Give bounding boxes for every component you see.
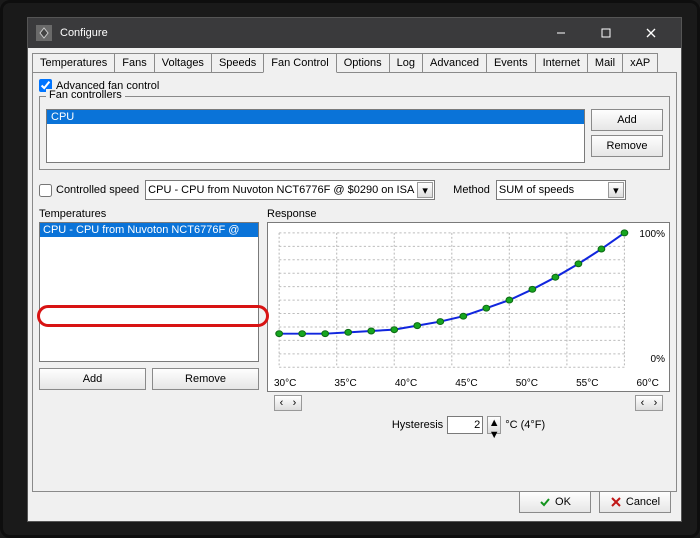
hysteresis-unit: °C (4°F)	[505, 419, 545, 431]
tab-speeds[interactable]: Speeds	[211, 53, 264, 73]
controlled-speed-checkbox[interactable]	[39, 184, 52, 197]
add-controller-button[interactable]: Add	[591, 109, 663, 131]
tab-fans[interactable]: Fans	[114, 53, 154, 73]
hysteresis-stepper[interactable]: ▲▼	[487, 416, 501, 434]
x-tick: 40°C	[395, 378, 417, 389]
tab-xap[interactable]: xAP	[622, 53, 658, 73]
tab-temperatures[interactable]: Temperatures	[32, 53, 115, 73]
x-tick: 60°C	[637, 378, 659, 389]
method-select[interactable]: SUM of speeds ▾	[496, 180, 626, 200]
remove-temperature-button[interactable]: Remove	[152, 368, 259, 390]
x-tick: 30°C	[274, 378, 296, 389]
x-scroll-left[interactable]: ‹›	[274, 395, 302, 411]
hysteresis-input[interactable]	[447, 416, 483, 434]
tab-strip: TemperaturesFansVoltagesSpeedsFan Contro…	[28, 48, 681, 72]
x-tick: 50°C	[516, 378, 538, 389]
controlled-speed-select[interactable]: CPU - CPU from Nuvoton NCT6776F @ $0290 …	[145, 180, 435, 200]
tab-voltages[interactable]: Voltages	[154, 53, 212, 73]
x-tick: 45°C	[455, 378, 477, 389]
chevron-down-icon: ▾	[608, 182, 624, 198]
ok-button[interactable]: OK	[519, 491, 591, 513]
remove-controller-button[interactable]: Remove	[591, 135, 663, 157]
list-item[interactable]: CPU - CPU from Nuvoton NCT6776F @	[40, 223, 258, 237]
y-min-label: 0%	[651, 354, 665, 365]
x-tick: 55°C	[576, 378, 598, 389]
controlled-speed-value: CPU - CPU from Nuvoton NCT6776F @ $0290 …	[148, 184, 414, 196]
method-value: SUM of speeds	[499, 184, 574, 196]
temperatures-list[interactable]: CPU - CPU from Nuvoton NCT6776F @	[39, 222, 259, 362]
controlled-speed-label: Controlled speed	[56, 184, 139, 196]
x-scroll-right[interactable]: ‹›	[635, 395, 663, 411]
cancel-label: Cancel	[626, 496, 660, 508]
minimize-button[interactable]	[538, 18, 583, 48]
add-temperature-button[interactable]: Add	[39, 368, 146, 390]
temperatures-title: Temperatures	[39, 208, 259, 220]
method-label: Method	[453, 184, 490, 196]
tab-fan-control[interactable]: Fan Control	[263, 53, 336, 73]
close-button[interactable]	[628, 18, 673, 48]
window-title: Configure	[60, 27, 538, 39]
configure-window: Configure TemperaturesFansVoltagesSpeeds…	[27, 17, 682, 522]
x-icon	[610, 496, 622, 508]
tab-panel-fan-control: Advanced fan control Fan controllers CPU…	[32, 72, 677, 492]
titlebar[interactable]: Configure	[28, 18, 681, 48]
cancel-button[interactable]: Cancel	[599, 491, 671, 513]
maximize-button[interactable]	[583, 18, 628, 48]
list-item[interactable]: CPU	[47, 110, 584, 124]
fan-controllers-title: Fan controllers	[46, 89, 125, 101]
ok-label: OK	[555, 496, 571, 508]
tab-internet[interactable]: Internet	[535, 53, 588, 73]
fan-controllers-list[interactable]: CPU	[46, 109, 585, 163]
hysteresis-label: Hysteresis	[392, 419, 443, 431]
response-chart[interactable]: 100% 0% 30°C35°C40°C45°C50°C55°C60°C ‹› …	[267, 222, 670, 392]
tab-options[interactable]: Options	[336, 53, 390, 73]
tab-advanced[interactable]: Advanced	[422, 53, 487, 73]
tab-log[interactable]: Log	[389, 53, 423, 73]
x-tick: 35°C	[334, 378, 356, 389]
tab-events[interactable]: Events	[486, 53, 536, 73]
chevron-down-icon: ▾	[417, 182, 433, 198]
y-max-label: 100%	[639, 229, 665, 240]
check-icon	[539, 496, 551, 508]
app-icon	[36, 25, 52, 41]
response-title: Response	[267, 208, 670, 220]
tab-mail[interactable]: Mail	[587, 53, 623, 73]
